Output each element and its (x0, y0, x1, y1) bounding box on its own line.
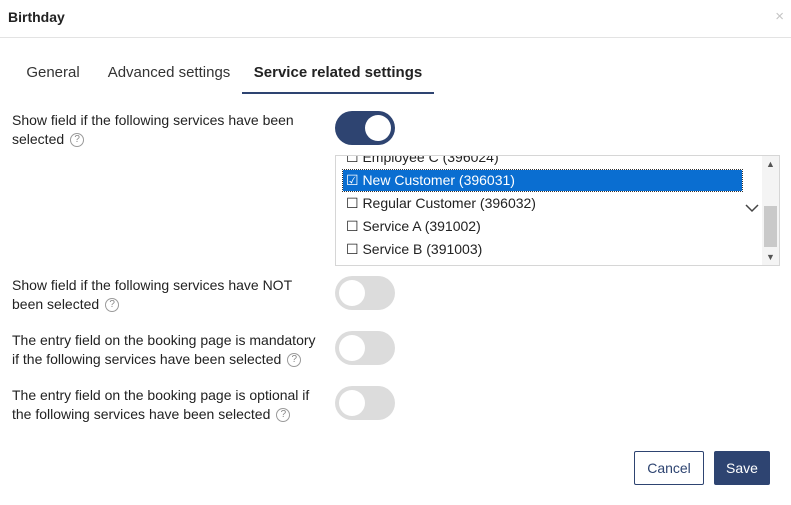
cancel-button[interactable]: Cancel (634, 451, 704, 485)
list-item[interactable]: ☑ New Customer (396031) (342, 169, 743, 192)
toggle-show-if-not-selected[interactable] (335, 276, 395, 310)
scroll-thumb[interactable] (764, 206, 777, 247)
help-icon[interactable]: ? (105, 298, 120, 313)
help-icon[interactable]: ? (276, 408, 291, 423)
setting-label-text: Show field if the following services hav… (12, 277, 292, 312)
toggle-knob (339, 335, 365, 361)
setting-label-mandatory: The entry field on the booking page is m… (12, 331, 322, 369)
toggle-show-if-selected[interactable] (335, 111, 395, 145)
save-button[interactable]: Save (714, 451, 770, 485)
toggle-knob (339, 280, 365, 306)
setting-label-text: Show field if the following services hav… (12, 112, 294, 147)
dialog-title: Birthday (8, 9, 65, 25)
setting-label-show-if-selected: Show field if the following services hav… (12, 111, 322, 149)
toggle-knob (339, 390, 365, 416)
setting-label-text: The entry field on the booking page is m… (12, 332, 316, 367)
setting-label-show-if-not-selected: Show field if the following services hav… (12, 276, 322, 314)
scroll-up-icon[interactable]: ▲ (762, 157, 779, 171)
list-item[interactable]: ☐ Service A (391002) (343, 216, 742, 237)
toggle-optional[interactable] (335, 386, 395, 420)
tab-service-related-settings[interactable]: Service related settings (242, 52, 434, 94)
scrollbar[interactable]: ▲ ▼ (762, 156, 779, 265)
help-icon[interactable]: ? (287, 353, 302, 368)
scroll-down-icon[interactable]: ▼ (762, 250, 779, 264)
close-icon[interactable]: × (775, 9, 784, 25)
tab-general[interactable]: General (12, 52, 94, 94)
toggle-knob (365, 115, 391, 141)
chevron-down-icon[interactable] (744, 200, 760, 216)
list-item[interactable]: ☐ Service B (391003) (343, 239, 742, 260)
list-item[interactable]: ☐ Employee C (396024) (343, 156, 742, 168)
services-listbox[interactable]: ☐ Employee C (396024) ☑ New Customer (39… (335, 155, 780, 266)
help-icon[interactable]: ? (70, 133, 85, 148)
setting-label-optional: The entry field on the booking page is o… (12, 386, 322, 424)
tab-advanced-settings[interactable]: Advanced settings (96, 52, 242, 94)
list-item[interactable]: ☐ Regular Customer (396032) (343, 193, 742, 214)
toggle-mandatory[interactable] (335, 331, 395, 365)
setting-label-text: The entry field on the booking page is o… (12, 387, 310, 422)
dialog-header: Birthday × (0, 0, 791, 38)
